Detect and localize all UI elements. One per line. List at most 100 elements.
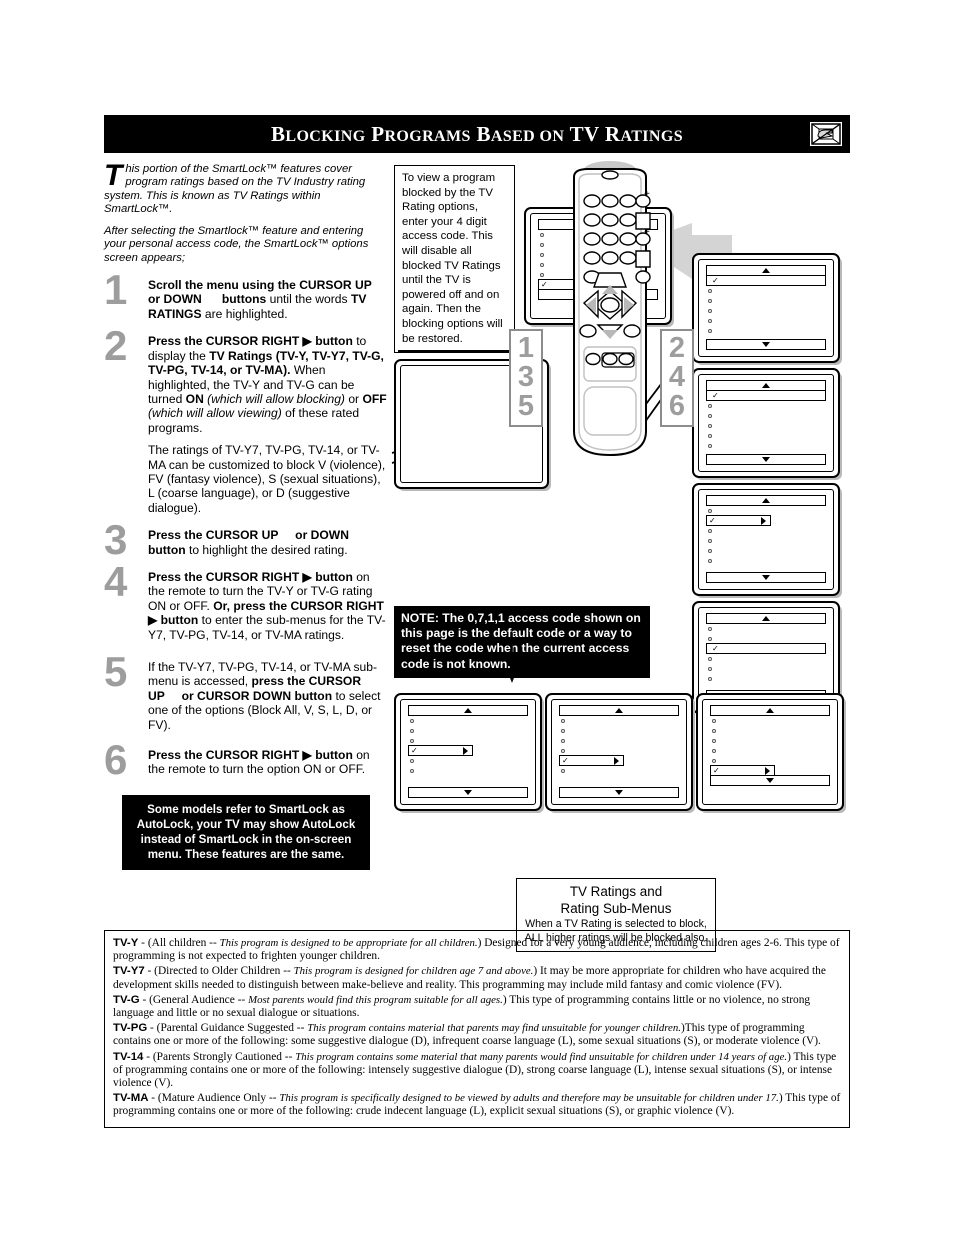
chevron-right-icon <box>462 746 468 755</box>
step-5-text: If the TV-Y7, TV-PG, TV-14, or TV-MA sub… <box>148 660 381 732</box>
step-4: 4 Press the CURSOR RIGHT ▶ button on the… <box>104 560 387 642</box>
menu-bullet <box>708 666 712 671</box>
menu-bullet <box>708 676 712 681</box>
step-1-text: Scroll the menu using the CURSOR UP or D… <box>148 278 386 321</box>
step-2-continued: The ratings of TV-Y7, TV-PG, TV-14, or T… <box>104 443 387 515</box>
definition-tv-14: TV-14 - (Parents Strongly Cautioned -- T… <box>113 1050 837 1090</box>
step-3: 3 Press the CURSOR UP or DOWN button to … <box>104 519 387 561</box>
tv-screen-rating-tvy: ✓ <box>692 253 840 363</box>
menu-bullet <box>561 738 565 743</box>
menu-bullet <box>410 718 414 723</box>
menu-panel: ✓ <box>702 699 838 805</box>
definition-tv-g: TV-G - (General Audience -- Most parents… <box>113 993 811 1020</box>
menu-bullet <box>708 308 712 313</box>
menu-bullet <box>712 718 716 723</box>
menu-bullet <box>708 298 712 303</box>
menu-scroll-up[interactable] <box>710 705 830 716</box>
diagram-area: To view a program blocked by the TV Rati… <box>391 161 850 952</box>
chevron-up-icon <box>762 268 770 273</box>
tv-screen-rating-tvy7: ✓ <box>692 368 840 478</box>
chevron-right-icon <box>764 766 770 775</box>
menu-scroll-down[interactable] <box>710 775 830 786</box>
menu-scroll-up[interactable] <box>408 705 528 716</box>
step-1: 1 Scroll the menu using the CURSOR UP or… <box>104 269 387 321</box>
menu-item-highlighted[interactable]: ✓ <box>706 275 826 286</box>
menu-panel: ✓ <box>698 374 834 472</box>
remote-label-5: 5 <box>517 390 535 422</box>
menu-bullet <box>708 626 712 631</box>
chevron-down-icon <box>766 778 774 783</box>
definition-tv-y7: TV-Y7 - (Directed to Older Children -- T… <box>113 965 826 991</box>
tv-ratings-definitions: TV-Y - (All children -- This program is … <box>104 930 850 1128</box>
smartlock-autolock-note: Some models refer to SmartLock as AutoLo… <box>122 794 370 870</box>
chevron-right-icon <box>613 756 619 765</box>
chevron-up-icon <box>464 708 472 713</box>
menu-item-highlighted[interactable]: ✓ <box>706 390 826 401</box>
svg-text:+: + <box>644 227 650 238</box>
chevron-down-icon <box>615 790 623 795</box>
menu-scroll-up[interactable] <box>706 613 826 624</box>
step-2-number: 2 <box>104 322 128 370</box>
menu-scroll-down[interactable] <box>408 787 528 798</box>
remote-label-3: 3 <box>517 361 535 393</box>
menu-bullet <box>708 656 712 661</box>
chevron-down-icon <box>464 790 472 795</box>
menu-item-highlighted[interactable]: ✓ <box>559 755 624 766</box>
menu-bullet <box>708 508 712 513</box>
menu-bullet <box>410 758 414 763</box>
menu-scroll-down[interactable] <box>706 454 826 465</box>
tv-screen-submenu-2: ✓ <box>545 693 693 811</box>
definition-tv-pg: TV-PG - (Parental Guidance Suggested -- … <box>113 1022 821 1048</box>
menu-bullet <box>708 318 712 323</box>
menu-bullet <box>561 768 565 773</box>
chevron-down-icon <box>762 342 770 347</box>
menu-bullet <box>410 768 414 773</box>
menu-bullet <box>708 558 712 563</box>
check-icon: ✓ <box>712 390 719 400</box>
menu-bullet <box>561 748 565 753</box>
remote-label-2: 2 <box>668 332 686 364</box>
step-4-text: Press the CURSOR RIGHT ▶ button on the r… <box>148 569 386 642</box>
menu-bullet <box>410 728 414 733</box>
remote-label-4: 4 <box>668 361 686 393</box>
menu-scroll-up[interactable] <box>706 495 826 506</box>
step-3-text: Press the CURSOR UP or DOWN button to hi… <box>148 528 363 557</box>
menu-bullet <box>561 718 565 723</box>
check-icon: ✓ <box>411 745 418 755</box>
menu-scroll-down[interactable] <box>706 339 826 350</box>
menu-panel: ✓ <box>698 489 834 590</box>
menu-bullet <box>708 528 712 533</box>
chevron-up-icon <box>615 708 623 713</box>
menu-scroll-down[interactable] <box>706 572 826 583</box>
step-5-number: 5 <box>104 648 128 696</box>
menu-scroll-up[interactable] <box>559 705 679 716</box>
page-header-banner: BLOCKING PROGRAMS BASED ON TV RATINGS <box>104 115 850 153</box>
step-1-number: 1 <box>104 266 128 314</box>
remote-control-illustration: + − + − <box>573 161 651 457</box>
definition-tv-y: TV-Y - (All children -- This program is … <box>113 937 840 963</box>
chevron-up-icon <box>766 708 774 713</box>
step-3-number: 3 <box>104 516 128 564</box>
check-icon: ✓ <box>562 755 569 765</box>
menu-scroll-down[interactable] <box>559 787 679 798</box>
step-2-continued-text: The ratings of TV-Y7, TV-PG, TV-14, or T… <box>148 443 386 515</box>
instructions-column: This portion of the SmartLock™ features … <box>104 161 387 870</box>
chevron-down-icon <box>762 457 770 462</box>
step-4-number: 4 <box>104 557 128 605</box>
menu-item-highlighted[interactable]: ✓ <box>706 515 771 526</box>
menu-bullet <box>708 328 712 333</box>
menu-panel: ✓ <box>400 699 536 805</box>
menu-item-highlighted[interactable]: ✓ <box>408 745 473 756</box>
menu-item-highlighted[interactable]: ✓ <box>706 643 826 654</box>
chevron-up-icon <box>762 498 770 503</box>
remote-label-1: 1 <box>517 332 535 364</box>
step-2-text: Press the CURSOR RIGHT ▶ button to displ… <box>148 334 387 435</box>
svg-text:+: + <box>644 189 650 200</box>
step-2: 2 Press the CURSOR RIGHT ▶ button to dis… <box>104 325 387 435</box>
check-icon: ✓ <box>713 765 720 775</box>
intro-paragraph-2: After selecting the Smartlock™ feature a… <box>104 225 369 264</box>
remote-label-135: 1 3 5 <box>509 329 543 427</box>
chevron-right-icon <box>760 516 766 525</box>
menu-bullet <box>708 538 712 543</box>
menu-bullet <box>708 413 712 418</box>
